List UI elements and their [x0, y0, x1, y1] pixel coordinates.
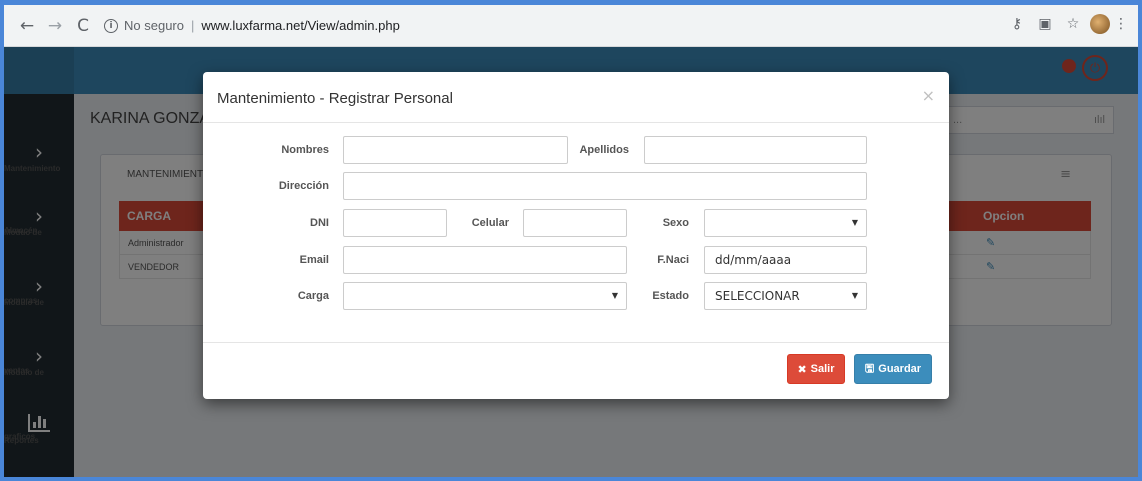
- label-celular: Celular: [471, 217, 509, 229]
- close-x-icon: ✖: [797, 362, 807, 376]
- label-sexo: Sexo: [662, 217, 689, 229]
- label-carga: Carga: [297, 290, 329, 302]
- label-nombres: Nombres: [281, 144, 329, 156]
- guardar-button[interactable]: 🖫 Guardar: [854, 354, 932, 384]
- dni-input[interactable]: [343, 209, 447, 237]
- guardar-label: Guardar: [878, 363, 922, 375]
- fnaci-date-input[interactable]: dd/mm/aaaa: [704, 246, 867, 274]
- modal-title: Mantenimiento - Registrar Personal: [217, 90, 453, 107]
- reload-icon[interactable]: C: [72, 15, 94, 37]
- label-email: Email: [299, 254, 329, 266]
- label-dni: DNI: [310, 217, 329, 229]
- apellidos-input[interactable]: [644, 136, 867, 164]
- label-estado: Estado: [652, 290, 689, 302]
- forward-arrow-icon[interactable]: →: [44, 15, 66, 37]
- address-bar[interactable]: i No seguro | www.luxfarma.net/View/admi…: [104, 12, 984, 40]
- label-apellidos: Apellidos: [579, 144, 629, 156]
- translate-icon[interactable]: ▣: [1034, 13, 1056, 35]
- nombres-input[interactable]: [343, 136, 568, 164]
- save-disk-icon: 🖫: [864, 361, 875, 375]
- browser-toolbar: ← → C i No seguro | www.luxfarma.net/Vie…: [4, 5, 1138, 47]
- salir-button[interactable]: ✖ Salir: [787, 354, 845, 384]
- direccion-input[interactable]: [343, 172, 867, 200]
- menu-dots-icon[interactable]: ⋮: [1110, 13, 1132, 35]
- estado-selected-value: SELECCIONAR: [715, 289, 800, 303]
- bookmark-star-icon[interactable]: ☆: [1062, 13, 1084, 35]
- label-direccion: Dirección: [278, 180, 329, 192]
- fnaci-value: dd/mm/aaaa: [715, 253, 792, 267]
- profile-avatar[interactable]: [1090, 14, 1110, 34]
- caret-down-icon: ▼: [851, 218, 858, 227]
- close-icon[interactable]: ×: [922, 86, 935, 105]
- carga-select[interactable]: ▼: [343, 282, 627, 310]
- security-label: No seguro: [124, 18, 184, 33]
- label-fnaci: F.Naci: [657, 254, 689, 266]
- address-separator: |: [190, 18, 195, 33]
- estado-select[interactable]: SELECCIONAR ▼: [704, 282, 867, 310]
- caret-down-icon: ▼: [851, 291, 858, 300]
- key-icon[interactable]: ⚷: [1006, 13, 1028, 35]
- modal-header: Mantenimiento - Registrar Personal ×: [203, 72, 949, 123]
- browser-window: ← → C i No seguro | www.luxfarma.net/Vie…: [0, 0, 1142, 481]
- salir-label: Salir: [810, 363, 835, 375]
- celular-input[interactable]: [523, 209, 627, 237]
- browser-actions: ⚷ ▣ ☆ ⋮: [1006, 13, 1138, 35]
- info-icon[interactable]: i: [104, 18, 118, 33]
- email-input[interactable]: [343, 246, 627, 274]
- sexo-select[interactable]: ▼: [704, 209, 867, 237]
- modal-footer: ✖ Salir 🖫 Guardar: [203, 342, 949, 399]
- register-personal-modal: Mantenimiento - Registrar Personal × Nom…: [203, 72, 949, 399]
- url-text[interactable]: www.luxfarma.net/View/admin.php: [201, 18, 399, 33]
- back-arrow-icon[interactable]: ←: [16, 15, 38, 37]
